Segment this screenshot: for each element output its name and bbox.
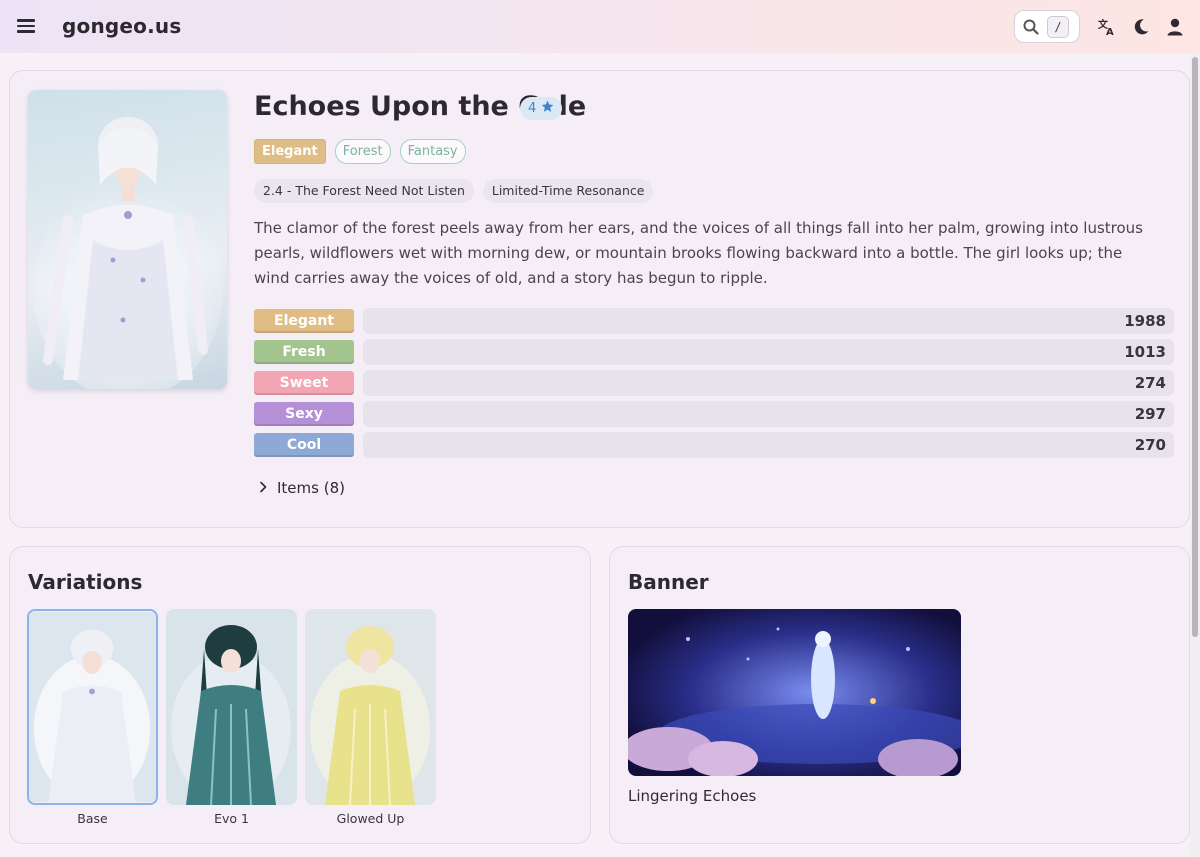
banner-image[interactable] xyxy=(628,609,961,776)
stat-row-cool: Cool 270 xyxy=(254,432,1174,458)
variation-thumbnail xyxy=(305,609,436,805)
page-scrollbar[interactable] xyxy=(1190,53,1200,857)
stats-list: Elegant 1988 Fresh 1013 Sweet 274 Sexy 2… xyxy=(254,308,1174,463)
user-icon[interactable] xyxy=(1165,17,1185,37)
stat-label: Sweet xyxy=(254,371,354,395)
stat-value: 1013 xyxy=(1124,343,1166,361)
stat-value: 297 xyxy=(1134,405,1166,423)
variation-label: Base xyxy=(77,811,108,826)
stat-bar: 274 xyxy=(363,370,1174,396)
stat-row-elegant: Elegant 1988 xyxy=(254,308,1174,334)
items-label: Items (8) xyxy=(277,479,345,497)
translate-icon[interactable]: 文 A xyxy=(1097,17,1117,38)
stat-row-fresh: Fresh 1013 xyxy=(254,339,1174,365)
svg-text:A: A xyxy=(1106,27,1114,37)
variations-title: Variations xyxy=(28,570,143,594)
stat-bar: 1988 xyxy=(363,308,1174,334)
tag-fantasy[interactable]: Fantasy xyxy=(399,139,466,164)
stat-bar: 1013 xyxy=(363,339,1174,365)
outfit-card: Echoes Upon the Gale 4 Elegant Forest Fa… xyxy=(9,70,1190,528)
version-chip[interactable]: 2.4 - The Forest Need Not Listen xyxy=(254,179,474,203)
chevron-right-icon xyxy=(257,479,269,497)
site-logo[interactable]: gongeo.us xyxy=(62,14,181,38)
info-chips: 2.4 - The Forest Need Not Listen Limited… xyxy=(254,179,654,203)
search-button[interactable]: / xyxy=(1014,10,1080,43)
stat-label: Fresh xyxy=(254,340,354,364)
stat-value: 270 xyxy=(1134,436,1166,454)
top-bar: gongeo.us / 文 A xyxy=(0,0,1200,53)
scrollbar-thumb[interactable] xyxy=(1192,57,1198,637)
search-shortcut-key: / xyxy=(1047,15,1069,38)
stat-label: Sexy xyxy=(254,402,354,426)
variation-glowed-up[interactable]: Glowed Up xyxy=(305,609,436,826)
stat-row-sweet: Sweet 274 xyxy=(254,370,1174,396)
star-icon xyxy=(541,100,554,117)
banner-card: Banner Lingering Echoes xyxy=(609,546,1190,844)
variation-evo-1[interactable]: Evo 1 xyxy=(166,609,297,826)
tag-list: Elegant Forest Fantasy xyxy=(254,139,466,164)
menu-icon[interactable] xyxy=(17,16,35,36)
rarity-value: 4 xyxy=(528,101,537,116)
tag-elegant[interactable]: Elegant xyxy=(254,139,326,164)
banner-caption[interactable]: Lingering Echoes xyxy=(628,787,756,805)
rarity-badge: 4 xyxy=(520,97,563,120)
items-expander[interactable]: Items (8) xyxy=(257,479,345,497)
stat-bar: 297 xyxy=(363,401,1174,427)
tag-forest[interactable]: Forest xyxy=(334,139,391,164)
search-icon xyxy=(1023,19,1039,35)
variation-base[interactable]: Base xyxy=(27,609,158,826)
variation-thumbnail xyxy=(166,609,297,805)
moon-icon[interactable] xyxy=(1131,17,1151,37)
variation-label: Glowed Up xyxy=(336,811,405,826)
variation-thumbnail xyxy=(27,609,158,805)
outfit-portrait[interactable] xyxy=(28,90,227,389)
stat-value: 274 xyxy=(1134,374,1166,392)
stat-value: 1988 xyxy=(1124,312,1166,330)
stat-row-sexy: Sexy 297 xyxy=(254,401,1174,427)
stat-label: Elegant xyxy=(254,309,354,333)
source-chip[interactable]: Limited-Time Resonance xyxy=(482,179,654,203)
stat-bar: 270 xyxy=(363,432,1174,458)
stat-label: Cool xyxy=(254,433,354,457)
banner-title: Banner xyxy=(628,570,709,594)
variations-card: Variations Base Evo 1 Glowed Up xyxy=(9,546,591,844)
outfit-description: The clamor of the forest peels away from… xyxy=(254,219,1143,287)
variation-label: Evo 1 xyxy=(214,811,249,826)
